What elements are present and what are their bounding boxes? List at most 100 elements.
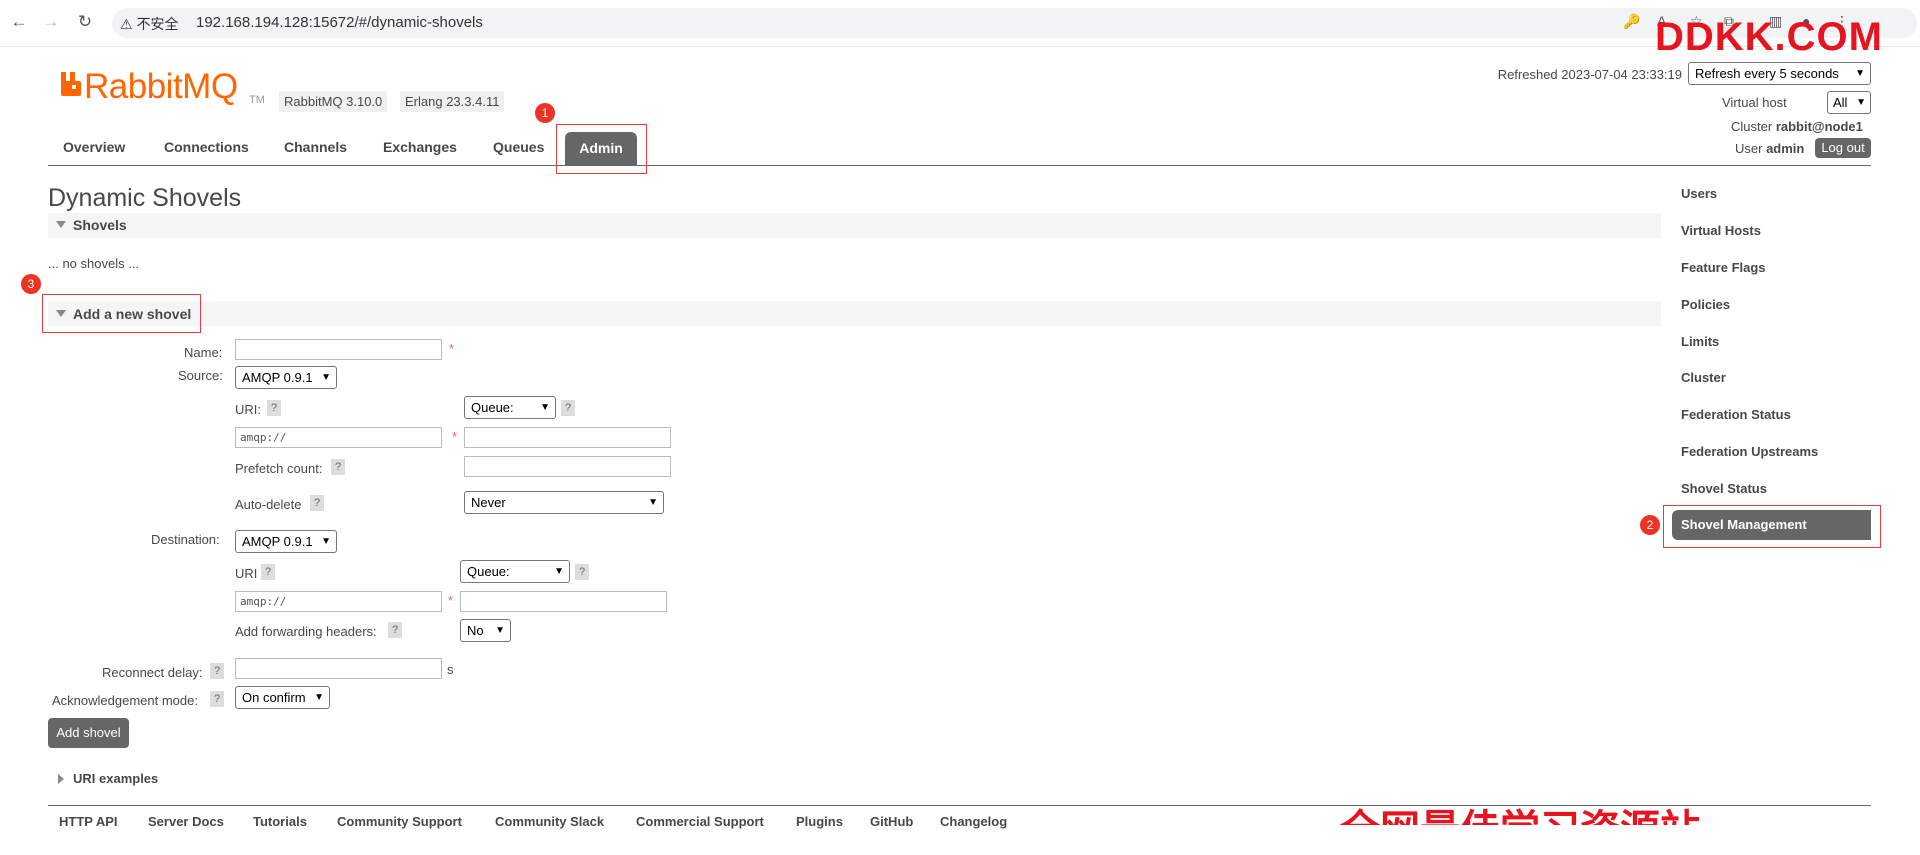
required-mark: * bbox=[448, 593, 454, 608]
destination-uri-help-icon[interactable]: ? bbox=[261, 564, 275, 580]
footer-link-commercial-support[interactable]: Commercial Support bbox=[636, 814, 764, 829]
footer-link-server-docs[interactable]: Server Docs bbox=[148, 814, 224, 829]
expand-arrow-icon bbox=[58, 774, 64, 784]
source-uri-input[interactable]: amqp:// bbox=[235, 427, 442, 448]
auto-delete-label: Auto-delete bbox=[235, 497, 302, 512]
sidebar-item-users[interactable]: Users bbox=[1681, 186, 1717, 201]
footer-link-changelog[interactable]: Changelog bbox=[940, 814, 1007, 829]
logo-trademark: TM bbox=[249, 94, 265, 106]
source-queue-input[interactable] bbox=[464, 427, 671, 448]
back-icon[interactable]: ← bbox=[8, 11, 30, 33]
tab-connections[interactable]: Connections bbox=[164, 139, 249, 155]
collapse-arrow-icon bbox=[56, 221, 66, 228]
tab-overview[interactable]: Overview bbox=[63, 139, 125, 155]
destination-type-select[interactable]: Queue: ▼ bbox=[460, 560, 570, 583]
warning-icon: ⚠ bbox=[120, 16, 133, 32]
footer-link-http-api[interactable]: HTTP API bbox=[59, 814, 118, 829]
highlight-add-shovel bbox=[42, 294, 201, 333]
source-label: Source: bbox=[178, 368, 223, 383]
footer-link-github[interactable]: GitHub bbox=[870, 814, 913, 829]
tab-exchanges[interactable]: Exchanges bbox=[383, 139, 457, 155]
reconnect-delay-input[interactable] bbox=[235, 658, 442, 679]
destination-type-help-icon[interactable]: ? bbox=[575, 564, 589, 580]
footer-link-community-slack[interactable]: Community Slack bbox=[495, 814, 604, 829]
destination-queue-input[interactable] bbox=[460, 591, 667, 612]
virtual-host-label: Virtual host bbox=[1722, 95, 1787, 110]
source-protocol-select[interactable]: AMQP 0.9.1 ▼ bbox=[235, 366, 337, 389]
annotation-marker-1: 1 bbox=[535, 103, 555, 123]
no-shovels-message: ... no shovels ... bbox=[48, 256, 140, 271]
destination-label: Destination: bbox=[151, 532, 220, 547]
watermark-top: DDKK.COM bbox=[1655, 15, 1883, 59]
refreshed-timestamp: Refreshed 2023-07-04 23:33:19 bbox=[1497, 67, 1682, 82]
tab-queues[interactable]: Queues bbox=[493, 139, 544, 155]
name-input[interactable] bbox=[235, 339, 442, 360]
reconnect-delay-label: Reconnect delay: bbox=[102, 665, 203, 680]
sidebar-item-limits[interactable]: Limits bbox=[1681, 334, 1719, 349]
chevron-down-icon: ▼ bbox=[540, 402, 550, 413]
sidebar-item-cluster[interactable]: Cluster bbox=[1681, 370, 1726, 385]
address-bar[interactable]: ⚠ 不安全 192.168.194.128:15672/#/dynamic-sh… bbox=[112, 8, 1917, 38]
source-uri-label: URI: bbox=[235, 402, 261, 417]
forwarding-headers-label: Add forwarding headers: bbox=[235, 624, 377, 639]
required-mark: * bbox=[452, 429, 458, 444]
destination-uri-label: URI bbox=[235, 566, 258, 581]
chevron-down-icon: ▼ bbox=[314, 692, 324, 703]
sidebar-item-policies[interactable]: Policies bbox=[1681, 297, 1730, 312]
name-label: Name: bbox=[184, 345, 223, 360]
chevron-down-icon: ▼ bbox=[495, 625, 505, 636]
sidebar-item-feature-flags[interactable]: Feature Flags bbox=[1681, 260, 1766, 275]
add-shovel-section-toggle[interactable]: Add a new shovel bbox=[48, 301, 1661, 326]
ack-mode-help-icon[interactable]: ? bbox=[210, 691, 224, 707]
sidebar-item-shovel-status[interactable]: Shovel Status bbox=[1681, 481, 1767, 496]
browser-toolbar: ← → ↻ ⚠ 不安全 192.168.194.128:15672/#/dyna… bbox=[0, 0, 1920, 59]
chevron-down-icon: ▼ bbox=[1856, 97, 1866, 108]
sidebar-item-federation-upstreams[interactable]: Federation Upstreams bbox=[1681, 444, 1818, 459]
footer-link-tutorials[interactable]: Tutorials bbox=[253, 814, 307, 829]
key-icon[interactable]: 🔑 bbox=[1623, 13, 1640, 30]
prefetch-help-icon[interactable]: ? bbox=[331, 459, 345, 475]
footer-link-plugins[interactable]: Plugins bbox=[796, 814, 843, 829]
logo-wordmark: RabbitMQ bbox=[84, 67, 238, 106]
uri-examples-toggle[interactable]: URI examples bbox=[73, 771, 158, 786]
forwarding-headers-help-icon[interactable]: ? bbox=[388, 622, 402, 638]
erlang-version-badge: Erlang 23.3.4.11 bbox=[400, 91, 505, 112]
reconnect-delay-unit: s bbox=[447, 662, 454, 677]
source-type-help-icon[interactable]: ? bbox=[561, 400, 575, 416]
chevron-down-icon: ▼ bbox=[1855, 68, 1865, 79]
required-mark: * bbox=[449, 341, 455, 356]
reload-icon[interactable]: ↻ bbox=[74, 11, 96, 33]
security-indicator[interactable]: ⚠ 不安全 bbox=[120, 14, 178, 34]
source-uri-help-icon[interactable]: ? bbox=[267, 400, 281, 416]
annotation-marker-3: 3 bbox=[21, 274, 41, 294]
annotation-marker-2: 2 bbox=[1640, 515, 1660, 535]
highlight-admin-tab bbox=[556, 124, 647, 174]
prefetch-count-input[interactable] bbox=[464, 456, 671, 477]
chevron-down-icon: ▼ bbox=[554, 566, 564, 577]
highlight-shovel-management bbox=[1663, 505, 1881, 548]
rabbitmq-version-badge: RabbitMQ 3.10.0 bbox=[279, 91, 388, 112]
shovels-section-toggle[interactable]: Shovels bbox=[48, 213, 1661, 238]
footer-link-community-support[interactable]: Community Support bbox=[337, 814, 462, 829]
tab-channels[interactable]: Channels bbox=[284, 139, 347, 155]
url-text[interactable]: 192.168.194.128:15672/#/dynamic-shovels bbox=[196, 14, 483, 31]
add-shovel-button[interactable]: Add shovel bbox=[48, 718, 129, 748]
prefetch-count-label: Prefetch count: bbox=[235, 461, 323, 476]
sidebar-item-virtual-hosts[interactable]: Virtual Hosts bbox=[1681, 223, 1761, 238]
virtual-host-select[interactable]: All ▼ bbox=[1827, 91, 1871, 114]
destination-uri-input[interactable]: amqp:// bbox=[235, 591, 442, 612]
ack-mode-select[interactable]: On confirm ▼ bbox=[235, 686, 330, 709]
reconnect-delay-help-icon[interactable]: ? bbox=[210, 663, 224, 679]
chevron-down-icon: ▼ bbox=[321, 372, 331, 383]
sidebar-item-federation-status[interactable]: Federation Status bbox=[1681, 407, 1791, 422]
auto-delete-select[interactable]: Never ▼ bbox=[464, 491, 664, 514]
main-nav: Overview Connections Channels Exchanges … bbox=[48, 130, 1871, 166]
chevron-down-icon: ▼ bbox=[648, 497, 658, 508]
destination-protocol-select[interactable]: AMQP 0.9.1 ▼ bbox=[235, 530, 337, 553]
forwarding-headers-select[interactable]: No ▼ bbox=[460, 619, 511, 642]
refresh-interval-select[interactable]: Refresh every 5 seconds ▼ bbox=[1688, 62, 1871, 85]
chevron-down-icon: ▼ bbox=[321, 536, 331, 547]
forward-icon[interactable]: → bbox=[40, 11, 62, 33]
source-type-select[interactable]: Queue: ▼ bbox=[464, 396, 556, 419]
auto-delete-help-icon[interactable]: ? bbox=[310, 495, 324, 511]
